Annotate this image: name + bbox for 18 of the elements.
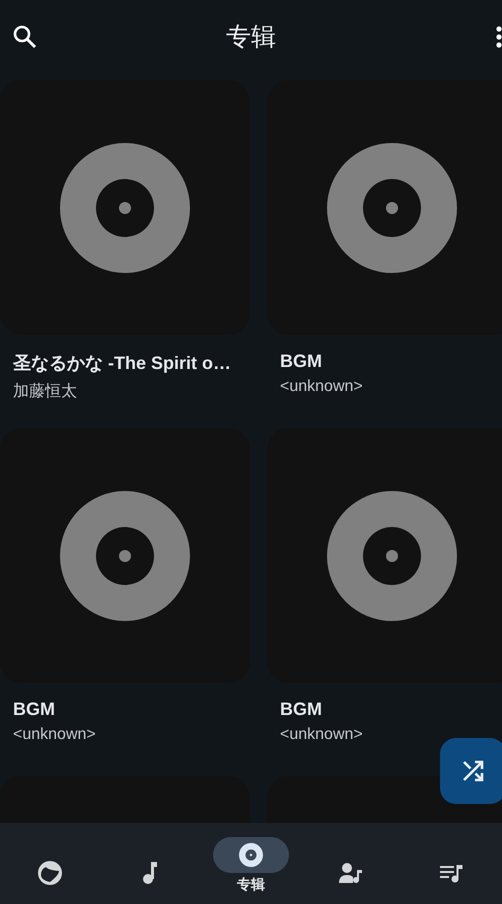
page-title: 专辑 bbox=[226, 20, 276, 52]
person-music-icon bbox=[339, 862, 364, 884]
album-title[interactable]: 圣なるかな -The Spirit o… bbox=[13, 351, 231, 375]
album-title[interactable]: BGM bbox=[13, 699, 55, 720]
album-artist: 加藤恒太 bbox=[13, 382, 77, 402]
music-note-icon bbox=[142, 861, 159, 885]
album-artist: <unknown> bbox=[280, 726, 363, 744]
album-title[interactable]: BGM bbox=[280, 699, 322, 720]
shuffle-button[interactable] bbox=[440, 738, 502, 804]
nav-tab[interactable]: 专辑 bbox=[200, 823, 301, 895]
search-icon[interactable] bbox=[12, 24, 38, 50]
disc-icon bbox=[238, 842, 264, 868]
album-title[interactable]: BGM bbox=[280, 351, 322, 372]
shuffle-icon bbox=[461, 759, 485, 783]
more-options-icon[interactable] bbox=[496, 26, 502, 48]
album-artist: <unknown> bbox=[13, 726, 96, 744]
album-artist: <unknown> bbox=[280, 378, 363, 396]
playlist-icon bbox=[440, 863, 464, 883]
